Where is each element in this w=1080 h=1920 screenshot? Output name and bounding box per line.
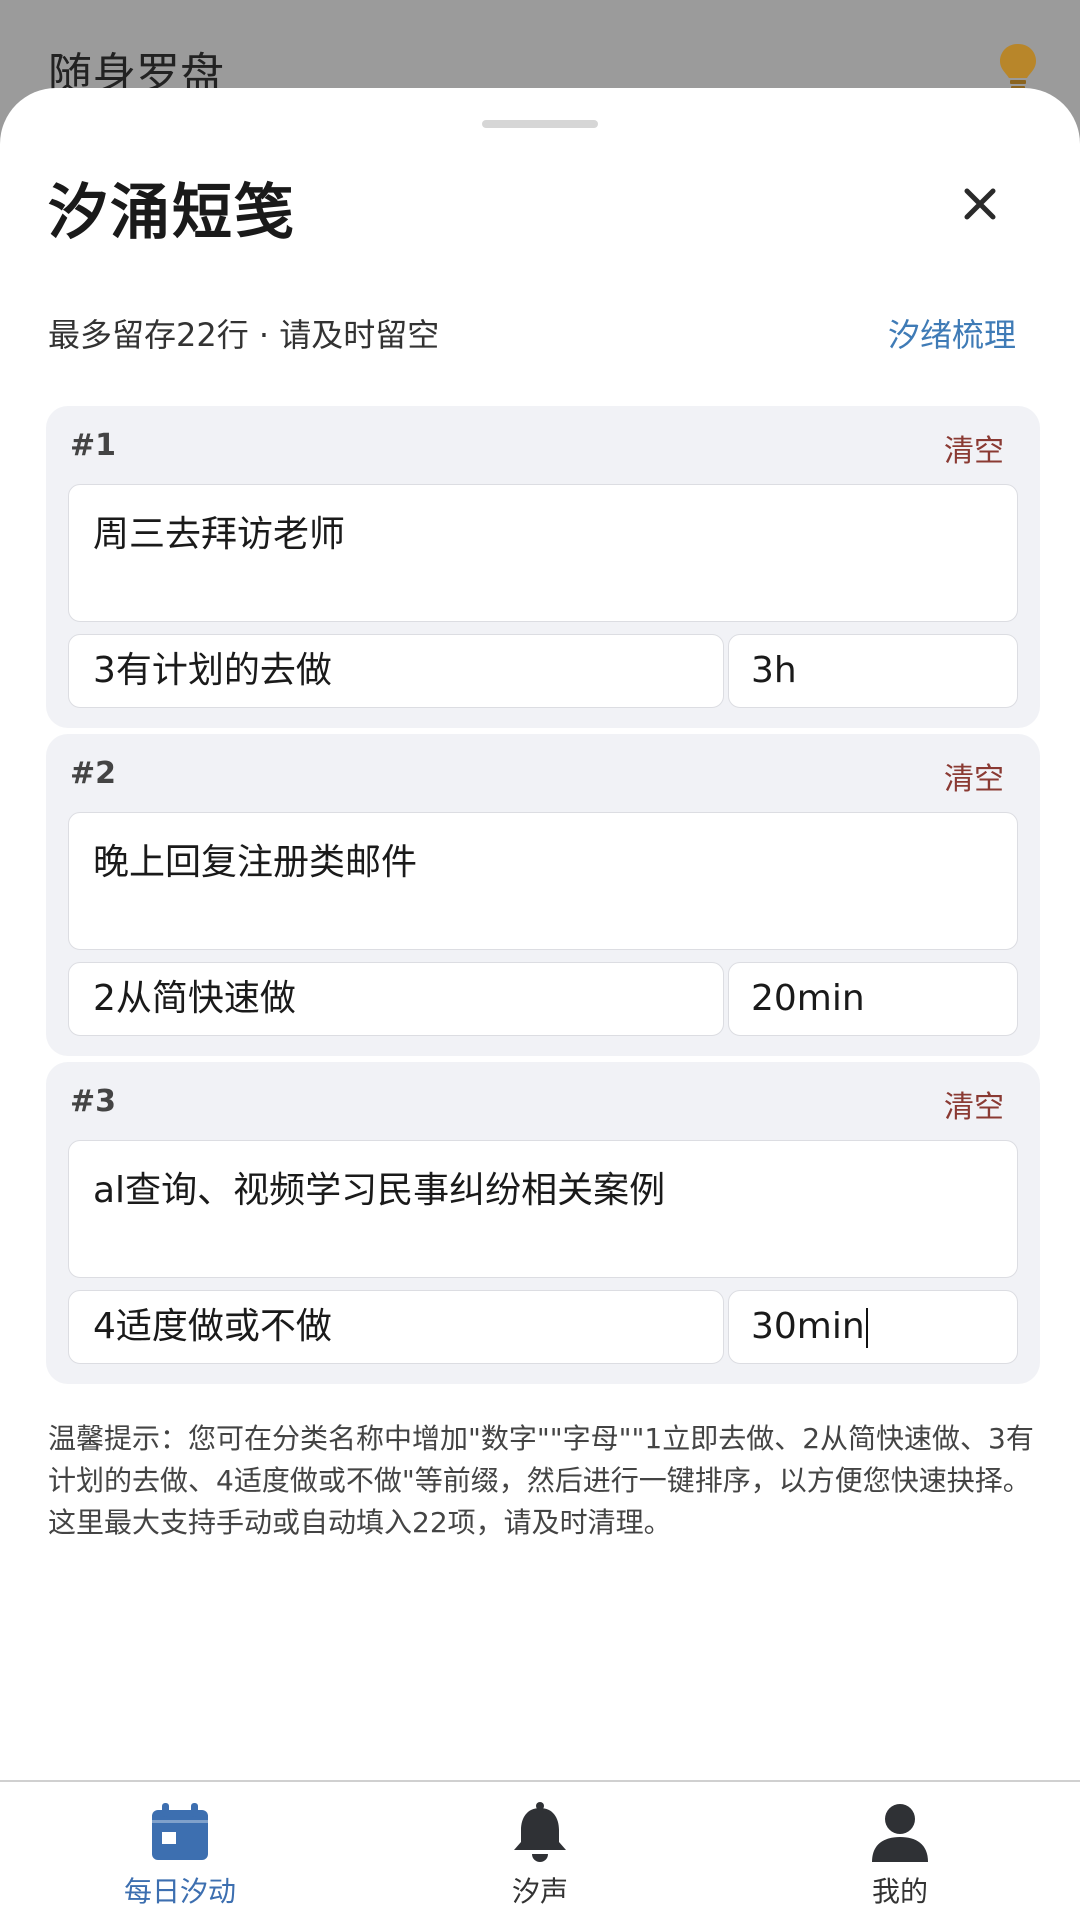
category-field[interactable]: 4适度做或不做 [68, 1290, 724, 1364]
nav-item-daily[interactable]: 每日汐动 [0, 1782, 360, 1920]
clear-button[interactable]: 清空 [944, 426, 1004, 470]
note-index: #1 [70, 428, 117, 463]
bell-icon [514, 1802, 566, 1862]
clear-button[interactable]: 清空 [944, 1082, 1004, 1126]
screen: 随身罗盘 汐涌短笺 最多留存22行 · 请及时留空 汐绪梳理 #1 清空 周三去… [0, 0, 1080, 1920]
duration-field[interactable]: 20min [728, 962, 1018, 1036]
close-icon [964, 188, 996, 220]
duration-value: 30min [751, 1306, 865, 1347]
tip-text: 温馨提示：您可在分类名称中增加"数字""字母""1立即去做、2从简快速做、3有计… [48, 1422, 1034, 1539]
note-text-field[interactable]: 晚上回复注册类邮件 [68, 812, 1018, 950]
sheet-title: 汐涌短笺 [48, 178, 296, 248]
nav-item-profile[interactable]: 我的 [720, 1782, 1080, 1920]
category-field[interactable]: 3有计划的去做 [68, 634, 724, 708]
nav-label: 每日汐动 [123, 1875, 236, 1908]
close-button[interactable] [952, 176, 1008, 232]
note-index: #3 [70, 1084, 117, 1119]
category-field[interactable]: 2从简快速做 [68, 962, 724, 1036]
note-card: #3 清空 al查询、视频学习民事纠纷相关案例 4适度做或不做 30min [46, 1062, 1040, 1384]
nav-label: 汐声 [511, 1875, 568, 1908]
text-caret [865, 1308, 868, 1348]
notes-sheet: 汐涌短笺 最多留存22行 · 请及时留空 汐绪梳理 #1 清空 周三去拜访老师 … [0, 88, 1080, 1780]
note-text-field[interactable]: al查询、视频学习民事纠纷相关案例 [68, 1140, 1018, 1278]
lightbulb-icon[interactable] [996, 42, 1040, 94]
organize-link[interactable]: 汐绪梳理 [888, 310, 1016, 356]
nav-item-sound[interactable]: 汐声 [360, 1782, 720, 1920]
note-card: #1 清空 周三去拜访老师 3有计划的去做 3h [46, 406, 1040, 728]
note-card-list: #1 清空 周三去拜访老师 3有计划的去做 3h #2 清空 晚上回复注册类邮件… [46, 406, 1040, 1390]
note-index: #2 [70, 756, 117, 791]
clear-button[interactable]: 清空 [944, 754, 1004, 798]
person-icon [872, 1804, 928, 1862]
duration-field[interactable]: 3h [728, 634, 1018, 708]
note-card: #2 清空 晚上回复注册类邮件 2从简快速做 20min [46, 734, 1040, 1056]
sheet-drag-handle[interactable] [482, 120, 598, 128]
calendar-icon [152, 1803, 208, 1860]
duration-field-focused[interactable]: 30min [728, 1290, 1018, 1364]
capacity-hint: 最多留存22行 · 请及时留空 [48, 316, 440, 354]
note-text-field[interactable]: 周三去拜访老师 [68, 484, 1018, 622]
bottom-navigation: 每日汐动 汐声 我的 [0, 1780, 1080, 1920]
nav-label: 我的 [871, 1875, 928, 1908]
